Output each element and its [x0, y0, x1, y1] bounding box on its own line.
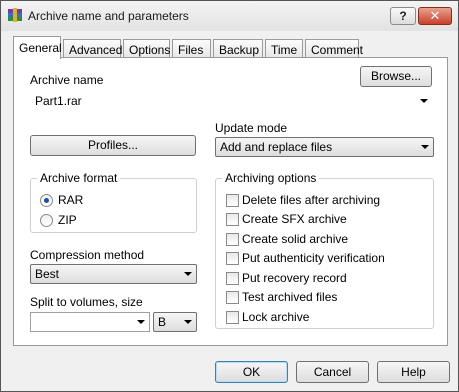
archive-format-group: Archive format RAR ZIP: [30, 171, 197, 233]
checkbox-authenticity[interactable]: [226, 252, 239, 265]
authenticity-label: Put authenticity verification: [242, 251, 385, 265]
browse-button[interactable]: Browse...: [360, 66, 432, 87]
profiles-button[interactable]: Profiles...: [30, 135, 196, 156]
cancel-button[interactable]: Cancel: [296, 361, 369, 383]
archiving-options-group: Archiving options Delete files after arc…: [215, 171, 434, 329]
create-solid-label: Create solid archive: [242, 232, 349, 246]
archive-name-combo[interactable]: Part1.rar: [30, 91, 433, 111]
close-button[interactable]: ✕: [418, 7, 452, 25]
tab-advanced[interactable]: Advanced: [63, 39, 122, 58]
create-sfx-label: Create SFX archive: [242, 212, 347, 226]
archive-format-title: Archive format: [37, 171, 121, 185]
chevron-down-icon: [420, 99, 428, 103]
radio-rar[interactable]: [40, 194, 53, 207]
archive-name-label: Archive name: [30, 73, 104, 87]
radio-rar-label: RAR: [58, 193, 84, 207]
chevron-down-icon: [184, 320, 192, 324]
help-title-button[interactable]: ?: [390, 7, 416, 25]
tab-backup[interactable]: Backup: [213, 39, 263, 58]
compression-label: Compression method: [30, 248, 145, 262]
window-title: Archive name and parameters: [28, 9, 189, 23]
update-mode-select[interactable]: Add and replace files: [215, 137, 434, 157]
compression-value: Best: [35, 267, 60, 281]
chevron-down-icon: [137, 320, 145, 324]
title-bar: Archive name and parameters ? ✕: [1, 1, 458, 31]
delete-files-label: Delete files after archiving: [242, 193, 381, 207]
checkbox-create-sfx[interactable]: [226, 213, 239, 226]
recovery-record-label: Put recovery record: [242, 271, 347, 285]
compression-select[interactable]: Best: [30, 264, 197, 284]
checkbox-lock-archive[interactable]: [226, 311, 239, 324]
tab-general[interactable]: General: [13, 36, 62, 59]
general-panel: Archive name Browse... Part1.rar Profile…: [13, 57, 448, 346]
lock-archive-label: Lock archive: [242, 310, 310, 324]
tab-comment[interactable]: Comment: [305, 39, 363, 58]
chevron-down-icon: [421, 145, 429, 149]
archive-dialog: Archive name and parameters ? ✕ General …: [0, 0, 459, 392]
tab-time[interactable]: Time: [265, 39, 303, 58]
update-mode-value: Add and replace files: [220, 140, 333, 154]
help-button[interactable]: Help: [377, 361, 450, 383]
update-mode-label: Update mode: [215, 121, 288, 135]
radio-zip-label: ZIP: [58, 213, 77, 227]
test-files-label: Test archived files: [242, 290, 338, 304]
checkbox-test-files[interactable]: [226, 291, 239, 304]
ok-button[interactable]: OK: [215, 361, 288, 383]
checkbox-delete-files[interactable]: [226, 194, 239, 207]
split-unit-value: B: [158, 315, 167, 329]
archiving-options-title: Archiving options: [222, 171, 320, 185]
chevron-down-icon: [184, 272, 192, 276]
archive-name-value: Part1.rar: [35, 94, 82, 108]
checkbox-recovery-record[interactable]: [226, 272, 239, 285]
radio-zip[interactable]: [40, 214, 53, 227]
split-label: Split to volumes, size: [30, 295, 143, 309]
split-unit-select[interactable]: B: [153, 312, 197, 332]
winrar-icon: [8, 8, 22, 22]
tab-options[interactable]: Options: [123, 39, 170, 58]
tab-files[interactable]: Files: [172, 39, 211, 58]
checkbox-create-solid[interactable]: [226, 233, 239, 246]
split-size-combo[interactable]: [30, 312, 150, 332]
